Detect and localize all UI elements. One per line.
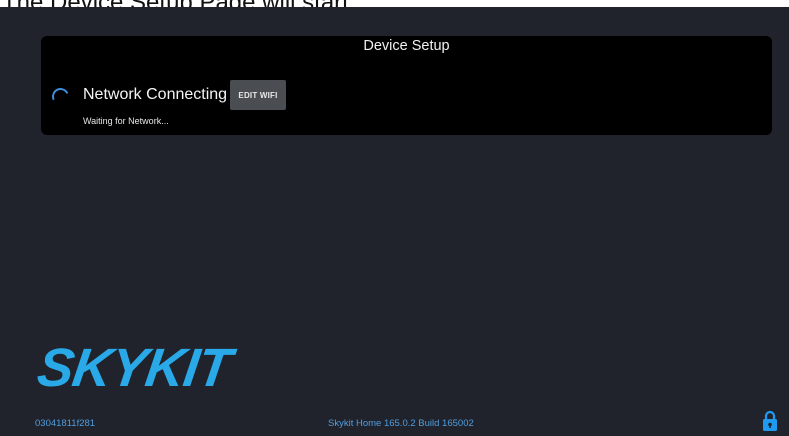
skykit-logo: SKYKIT xyxy=(34,338,234,398)
network-status-text: Network Connecting xyxy=(83,86,228,103)
page: The Device Setup Page will start. Device… xyxy=(0,0,789,436)
device-setup-card: Device Setup Network Connecting EDIT WIF… xyxy=(41,36,772,135)
network-sub-status: Waiting for Network... xyxy=(83,116,169,126)
device-screen: Device Setup Network Connecting EDIT WIF… xyxy=(0,7,789,436)
loading-spinner-icon xyxy=(49,85,72,108)
registered-mark-icon xyxy=(218,349,225,356)
lock-icon[interactable] xyxy=(762,410,778,432)
edit-wifi-button[interactable]: EDIT WIFI xyxy=(230,80,286,110)
card-title: Device Setup xyxy=(363,38,450,54)
device-id: 03041811f281 xyxy=(35,418,96,429)
version-info: Skykit Home 165.0.2 Build 165002 xyxy=(328,418,474,429)
logo-text: SKYKIT xyxy=(33,338,235,398)
